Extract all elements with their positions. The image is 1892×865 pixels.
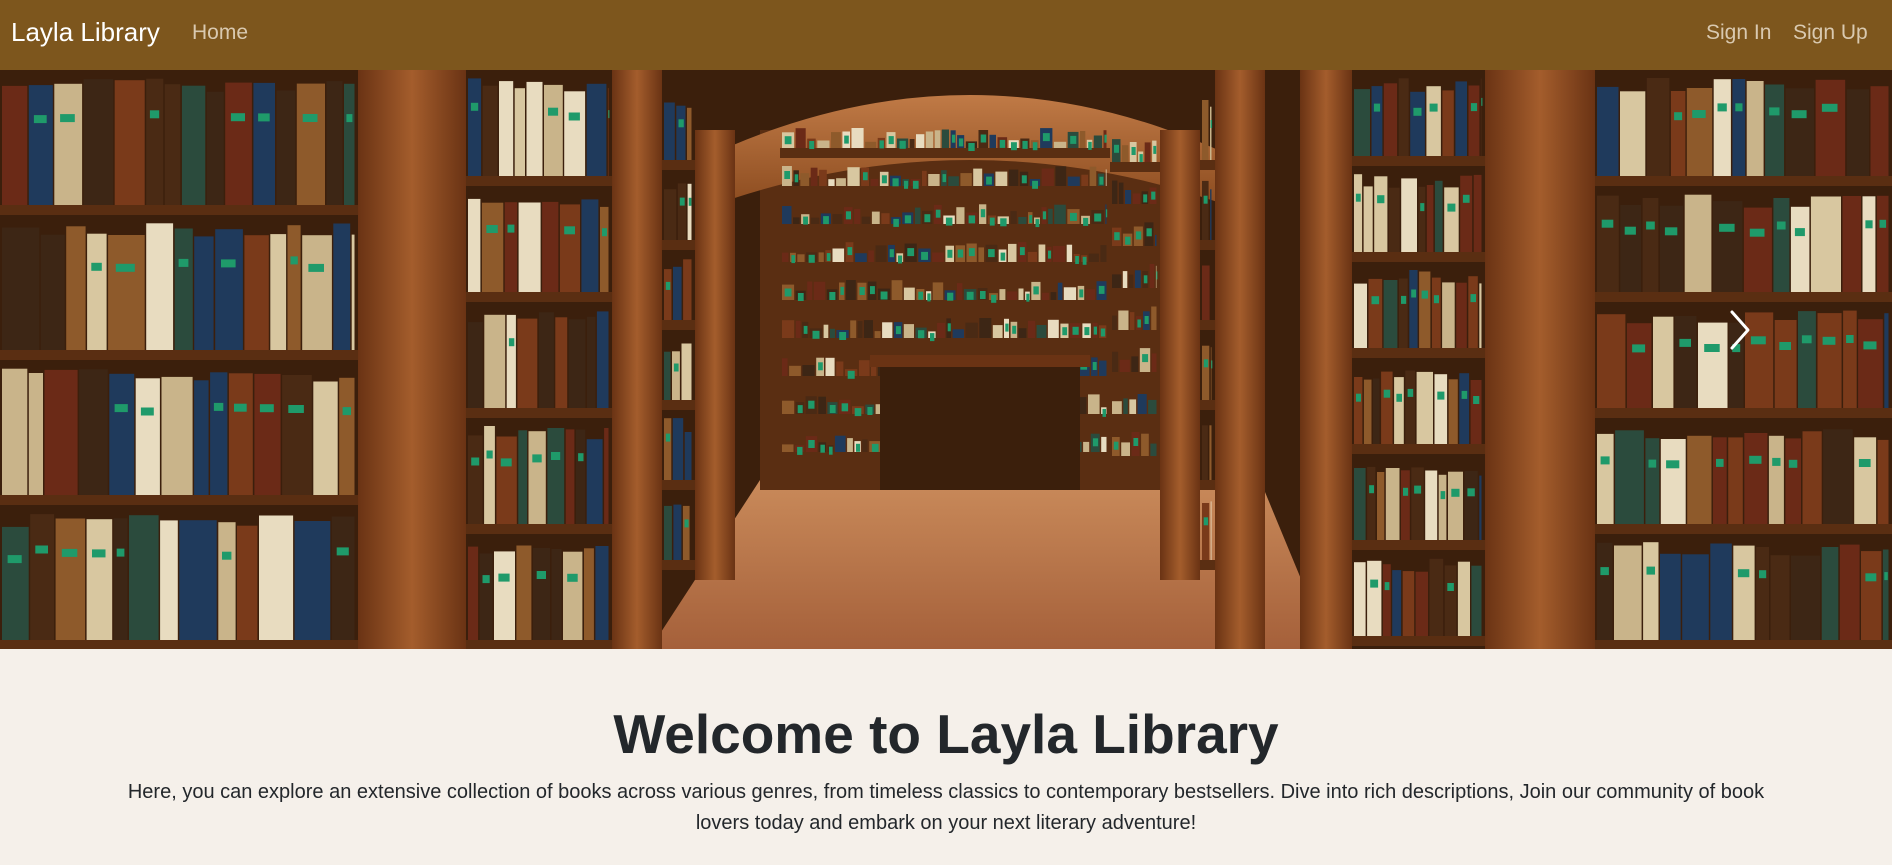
welcome-section: Welcome to Layla Library Here, you can e… xyxy=(0,649,1892,865)
hero-carousel xyxy=(0,70,1892,649)
library-image xyxy=(0,70,1892,649)
sign-in-link[interactable]: Sign In xyxy=(1706,20,1771,46)
page-title: Welcome to Layla Library xyxy=(613,703,1279,765)
nav-home-link[interactable]: Home xyxy=(192,20,248,46)
brand-link[interactable]: Layla Library xyxy=(11,17,160,47)
carousel-next-button[interactable] xyxy=(1718,300,1762,360)
welcome-description: Here, you can explore an extensive colle… xyxy=(127,781,1765,834)
sign-up-link[interactable]: Sign Up xyxy=(1793,20,1868,46)
navbar: Layla Library Home Sign In Sign Up xyxy=(0,0,1892,70)
chevron-right-icon xyxy=(1730,310,1750,350)
